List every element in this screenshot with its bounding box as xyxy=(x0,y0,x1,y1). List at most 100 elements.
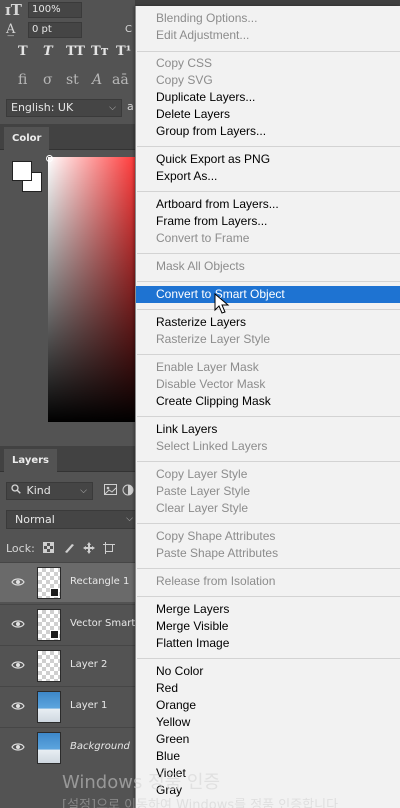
menu-item-flatten-image[interactable]: Flatten Image xyxy=(136,635,400,652)
foreground-color-swatch[interactable] xyxy=(12,161,32,181)
menu-item-export-as[interactable]: Export As... xyxy=(136,168,400,185)
menu-item-copy-shape-attributes: Copy Shape Attributes xyxy=(156,529,276,543)
lock-label: Lock: xyxy=(6,541,35,555)
layer-row[interactable]: Background xyxy=(0,727,135,767)
faux-bold-button[interactable]: T xyxy=(18,44,28,59)
menu-item-rasterize-layers[interactable]: Rasterize Layers xyxy=(136,314,400,331)
visibility-eye-icon[interactable] xyxy=(11,700,25,712)
menu-separator xyxy=(137,191,400,192)
language-select[interactable]: English: UK ⌵ xyxy=(6,99,122,117)
visibility-eye-icon[interactable] xyxy=(11,741,25,753)
layer-name: Background xyxy=(70,741,130,752)
language-value: English: UK xyxy=(11,101,74,114)
menu-item-create-clipping-mask[interactable]: Create Clipping Mask xyxy=(136,393,400,410)
blend-mode-value: Normal xyxy=(15,513,55,526)
layer-thumbnail xyxy=(37,650,61,682)
visibility-eye-icon[interactable] xyxy=(11,576,25,588)
layer-row[interactable]: Vector Smart O xyxy=(0,604,146,644)
visibility-eye-icon[interactable] xyxy=(11,618,25,630)
blend-mode-select[interactable]: Normal ⌵ xyxy=(6,510,136,529)
menu-item-group-from-layers[interactable]: Group from Layers... xyxy=(136,123,400,140)
search-icon xyxy=(11,483,23,499)
menu-item-merge-visible[interactable]: Merge Visible xyxy=(136,618,400,635)
layer-row[interactable]: Layer 1 xyxy=(0,686,135,726)
vertical-scale-field[interactable]: 100% xyxy=(28,2,82,18)
menu-separator xyxy=(137,146,400,147)
menu-item-edit-adjustment: Edit Adjustment... xyxy=(156,28,250,42)
all-caps-button[interactable]: TT xyxy=(66,44,85,59)
font-size-icon: ɪT xyxy=(5,1,22,19)
menu-item-delete-layers[interactable]: Delete Layers xyxy=(136,106,400,123)
menu-separator xyxy=(137,51,400,52)
lock-image-pixels-icon[interactable] xyxy=(63,542,75,554)
menu-item-artboard-from-layers[interactable]: Artboard from Layers... xyxy=(136,196,400,213)
chevron-down-icon: ⌵ xyxy=(80,486,87,496)
layer-thumbnail xyxy=(37,609,61,641)
layer-thumbnail xyxy=(37,567,61,599)
menu-item-copy-layer-style: Copy Layer Style xyxy=(156,467,248,481)
menu-item-disable-vector-mask: Disable Vector Mask xyxy=(156,377,266,391)
old-style-button[interactable]: σ xyxy=(43,72,53,88)
menu-item-color-blue[interactable]: Blue xyxy=(136,748,400,765)
menu-separator xyxy=(137,523,400,524)
tab-layers[interactable]: Layers xyxy=(4,449,57,472)
menu-item-convert-to-smart-object[interactable]: Convert to Smart Object xyxy=(136,286,400,303)
ligatures-button[interactable]: fi xyxy=(18,72,27,88)
color-spectrum[interactable] xyxy=(48,157,135,422)
baseline-shift-field[interactable]: 0 pt xyxy=(28,22,82,38)
menu-item-color-orange[interactable]: Orange xyxy=(136,697,400,714)
tracking-icon: A̲ xyxy=(6,22,16,37)
menu-item-paste-layer-style: Paste Layer Style xyxy=(156,484,251,498)
menu-item-clear-layer-style: Clear Layer Style xyxy=(156,501,249,515)
menu-separator xyxy=(137,309,400,310)
filter-image-icon[interactable] xyxy=(104,484,117,499)
swash-button[interactable]: A xyxy=(92,72,102,88)
menu-item-color-green[interactable]: Green xyxy=(136,731,400,748)
lock-artboard-icon[interactable] xyxy=(102,542,115,554)
layer-row[interactable]: Layer 2 xyxy=(0,645,135,685)
layer-name: Layer 1 xyxy=(70,700,108,711)
superscript-button[interactable]: T¹ xyxy=(116,44,131,59)
filter-adjustment-icon[interactable] xyxy=(122,484,134,499)
menu-item-merge-layers[interactable]: Merge Layers xyxy=(136,601,400,618)
menu-separator xyxy=(137,596,400,597)
menu-item-blending-options: Blending Options... xyxy=(156,11,258,25)
small-caps-button[interactable]: Tт xyxy=(91,44,109,59)
color-label-fragment: C xyxy=(125,24,132,35)
smart-object-badge-icon xyxy=(50,630,59,639)
layer-filter-value: Kind xyxy=(26,484,51,497)
menu-item-color-yellow[interactable]: Yellow xyxy=(136,714,400,731)
layer-row[interactable]: Rectangle 1 xyxy=(0,562,135,602)
menu-item-quick-export-png[interactable]: Quick Export as PNG xyxy=(136,151,400,168)
menu-item-link-layers[interactable]: Link Layers xyxy=(136,421,400,438)
menu-item-color-none[interactable]: No Color xyxy=(136,663,400,680)
menu-separator xyxy=(137,354,400,355)
menu-item-color-red[interactable]: Red xyxy=(136,680,400,697)
menu-item-duplicate-layers[interactable]: Duplicate Layers... xyxy=(136,89,400,106)
menu-item-paste-shape-attributes: Paste Shape Attributes xyxy=(156,546,279,560)
lock-transparent-pixels-icon[interactable] xyxy=(43,542,55,554)
menu-separator xyxy=(137,658,400,659)
menu-separator xyxy=(137,416,400,417)
menu-separator xyxy=(137,281,400,282)
menu-item-frame-from-layers[interactable]: Frame from Layers... xyxy=(136,213,400,230)
menu-item-mask-all-objects: Mask All Objects xyxy=(156,259,245,273)
menu-separator xyxy=(137,253,400,254)
color-panel-tabbar: Color xyxy=(0,124,135,150)
menu-item-release-from-isolation: Release from Isolation xyxy=(156,574,276,588)
chevron-down-icon: ⌵ xyxy=(109,103,116,113)
layer-context-menu: Blending Options... Edit Adjustment... C… xyxy=(135,6,400,808)
menu-item-select-linked-layers: Select Linked Layers xyxy=(156,439,268,453)
faux-italic-button[interactable]: T xyxy=(43,44,53,59)
layer-thumbnail xyxy=(37,691,61,723)
layers-panel-tabbar: Layers xyxy=(0,446,135,472)
windows-activation-subtitle: [설정]으로 이동하여 Windows를 정품 인증합니다 xyxy=(62,798,339,808)
layer-filter-select[interactable]: Kind ⌵ xyxy=(6,482,93,500)
lock-position-icon[interactable] xyxy=(82,542,95,554)
stylistic-alternates-button[interactable]: aā xyxy=(112,72,129,88)
lock-row: Lock: xyxy=(6,540,115,556)
color-picker-handle[interactable] xyxy=(46,155,53,162)
discretionary-ligatures-button[interactable]: st xyxy=(66,72,79,88)
tab-color[interactable]: Color xyxy=(4,127,50,150)
visibility-eye-icon[interactable] xyxy=(11,659,25,671)
